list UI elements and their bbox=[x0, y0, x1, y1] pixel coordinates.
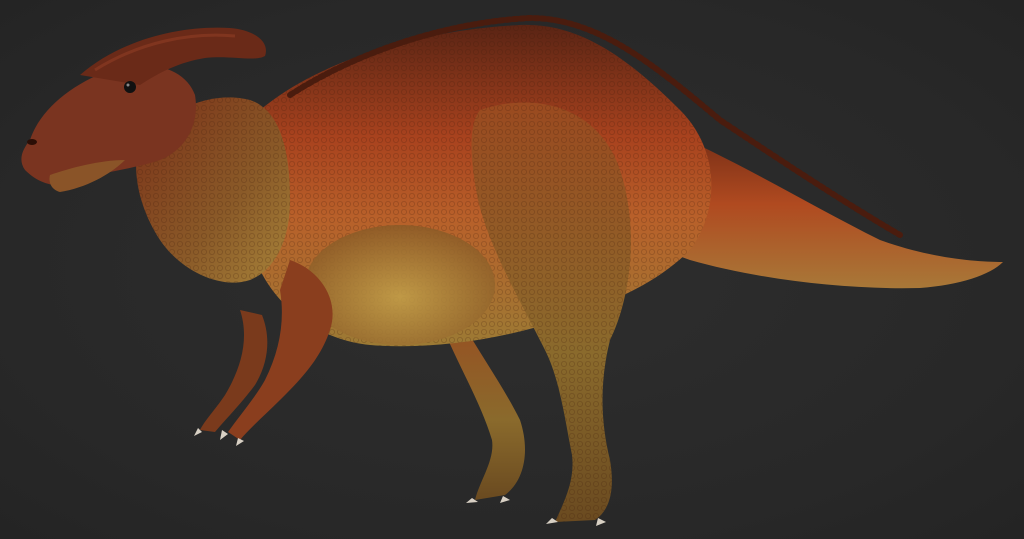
dinosaur-belly bbox=[305, 225, 495, 345]
dinosaur-illustration bbox=[21, 14, 1003, 526]
dinosaur-nostril bbox=[27, 139, 37, 145]
dinosaur-claws bbox=[194, 428, 606, 526]
dinosaur-eye bbox=[124, 81, 136, 93]
render-canvas bbox=[0, 0, 1024, 539]
